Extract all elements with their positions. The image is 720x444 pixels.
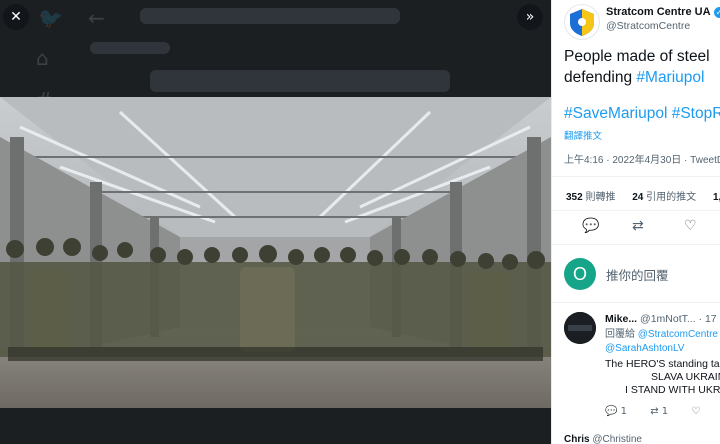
timeline-strip [150,70,450,92]
soldiers-in-factory-image [0,97,551,408]
author-avatar[interactable] [564,4,600,40]
author-handle: @StratcomCentre [606,20,691,32]
commenter-name[interactable]: Mike... [605,313,637,325]
home-icon: ⌂ [36,46,49,70]
tweet-text: People made of steel defending #Mariupol [564,46,720,88]
comment-like-button[interactable]: ♡ [691,406,700,417]
tweet-text-line1: People made of steel [564,48,710,65]
tweet-panel: Stratcom Centre UA ✓ @StratcomCentre Peo… [551,0,720,444]
divider [552,176,720,177]
like-icon[interactable]: ♡ [684,218,697,234]
media-viewer: 🐦 ⌂ # ← ✕ » [0,0,551,444]
twitter-logo-icon: 🐦 [38,6,63,30]
tweet-author[interactable]: Stratcom Centre UA ✓ @StratcomCentre [564,4,720,40]
expand-panel-button[interactable]: » [517,4,543,30]
mention-sarah[interactable]: @SarahAshtonLV [605,343,684,354]
comment-text: The HERO'S standing tall! SLAVA UKRAINI … [605,358,720,396]
mention-stratcom[interactable]: @StratcomCentre [638,329,718,340]
back-arrow-icon: ← [88,6,105,30]
search-bar [140,8,400,24]
comment-actions: 💬 1 ⇄ 1 ♡ [605,406,720,417]
tweet-timestamp[interactable]: 上午4:16 · 2022年4月30日 · TweetD [564,151,720,166]
hashtag-mariupol[interactable]: #Mariupol [636,69,704,86]
translate-link[interactable]: 翻譯推文 [564,128,602,142]
close-button[interactable]: ✕ [3,4,29,30]
reply-input[interactable]: 推你的回覆 [606,265,669,284]
reply-icon[interactable]: 💬 [582,218,599,234]
tweet-actions: 💬 ⇄ ♡ [552,218,720,240]
divider [552,210,720,211]
quotes-stat[interactable]: 24 引用的推文 [632,192,696,203]
commenter-header: Mike... @1mNotT... · 17 [605,313,717,325]
replying-to: 回覆給 @StratcomCentre @SarahAshtonLV [605,329,718,354]
tab-bar [90,42,170,54]
tweet-text-line2: defending #Mariupol [564,69,705,86]
comment-time[interactable]: · 17 [699,313,717,325]
user-avatar[interactable]: O [564,258,596,290]
reply-composer[interactable]: O 推你的回覆 [564,258,669,290]
commenter-avatar[interactable] [564,312,596,344]
comment-reply-button[interactable]: 💬 1 [605,406,627,417]
tweet-stats: 352 則轉推 24 引用的推文 1, [566,188,720,203]
shield-logo-icon [570,9,594,36]
retweet-icon[interactable]: ⇄ [632,218,644,234]
divider [552,244,720,245]
retweets-stat[interactable]: 352 則轉推 [566,192,615,203]
likes-stat[interactable]: 1, [713,192,720,203]
divider [552,302,720,303]
author-name: Stratcom Centre UA ✓ [606,6,720,18]
verified-badge-icon: ✓ [713,6,720,18]
hashtags-line[interactable]: #SaveMariupol #StopR [564,105,720,123]
next-reply[interactable]: Chris @Christine [564,434,642,444]
commenter-avatar-image [564,312,596,344]
comment-retweet-button[interactable]: ⇄ 1 [650,406,668,417]
commenter-handle[interactable]: @1mNotT... [640,313,696,325]
tweet-photo [0,97,551,408]
